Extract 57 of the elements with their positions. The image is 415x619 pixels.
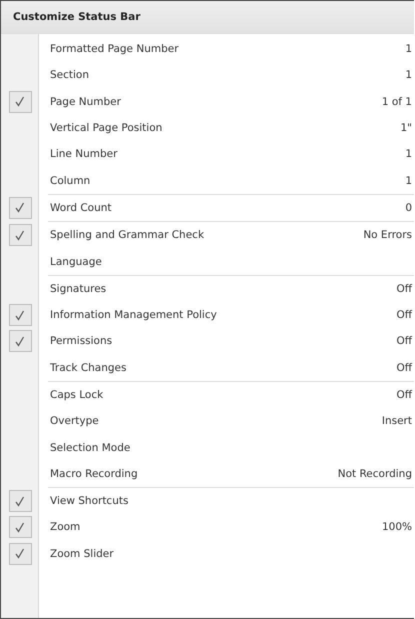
menu-item[interactable]: Track Changes Off [1, 354, 414, 381]
item-label: Page Number [50, 96, 121, 108]
item-value: 1" [400, 122, 413, 134]
menu-item[interactable]: Vertical Page Position 1" [1, 114, 414, 142]
item-value: 1 [405, 148, 413, 160]
item-label: Selection Mode [50, 442, 130, 454]
menu-item[interactable]: Page Number 1 of 1 [1, 88, 414, 115]
item-label: Caps Lock [50, 389, 104, 401]
item-value: Off [396, 335, 414, 348]
item-value: 1 [405, 43, 413, 56]
menu-item[interactable]: Word Count 0 [1, 194, 414, 222]
menu-item[interactable]: Formatted Page Number 1 [1, 36, 414, 62]
item-label: Information Management Policy [50, 309, 217, 322]
menu-item[interactable]: Section 1 [1, 62, 414, 89]
item-label: Vertical Page Position [50, 122, 162, 134]
menu-item[interactable]: View Shortcuts [1, 488, 414, 514]
item-label: Column [50, 174, 90, 187]
item-value: Off [396, 282, 414, 295]
item-label: Formatted Page Number [50, 43, 179, 56]
item-value: 1 [405, 174, 413, 187]
item-value: 1 of 1 [382, 96, 413, 108]
item-value: 1 [405, 69, 413, 82]
menu-item[interactable]: Information Management Policy Off [1, 302, 414, 328]
item-label: Track Changes [50, 362, 126, 374]
item-label: Word Count [50, 202, 112, 214]
item-label: Permissions [50, 335, 112, 348]
item-label: Zoom [50, 521, 80, 534]
item-value: Not Recording [338, 468, 413, 480]
menu-item[interactable]: Column 1 [1, 167, 414, 194]
menu-item[interactable]: Signatures Off [1, 276, 414, 302]
item-label: Section [50, 69, 90, 82]
menu-item[interactable]: Spelling and Grammar Check No Errors [1, 222, 414, 248]
item-label: Signatures [50, 282, 106, 295]
item-value: Off [396, 389, 414, 401]
menu-item[interactable]: Zoom Slider [1, 540, 414, 567]
item-value: Off [396, 362, 414, 374]
item-label: Line Number [50, 148, 118, 160]
menu-item[interactable]: Caps Lock Off [1, 382, 414, 408]
item-value: Off [396, 309, 414, 322]
menu-title: Customize Status Bar [1, 1, 414, 34]
menu-item[interactable]: Macro Recording Not Recording [1, 460, 414, 488]
menu-item[interactable]: Zoom 100% [1, 514, 414, 541]
item-label: Spelling and Grammar Check [50, 229, 204, 242]
item-label: Overtype [50, 415, 99, 428]
menu-item[interactable]: Language [1, 248, 414, 275]
item-label: Zoom Slider [50, 548, 114, 560]
menu-item[interactable]: Selection Mode [1, 434, 414, 461]
item-value: Insert [382, 415, 413, 428]
item-value: 100% [382, 521, 413, 534]
menu-item[interactable]: Line Number 1 [1, 141, 414, 168]
item-label: Language [50, 256, 102, 268]
item-label: Macro Recording [50, 468, 138, 480]
menu-item[interactable]: Overtype Insert [1, 408, 414, 434]
menu-item[interactable]: Permissions Off [1, 328, 414, 355]
item-value: No Errors [363, 229, 413, 242]
item-label: View Shortcuts [50, 495, 128, 508]
item-value: 0 [405, 202, 413, 214]
